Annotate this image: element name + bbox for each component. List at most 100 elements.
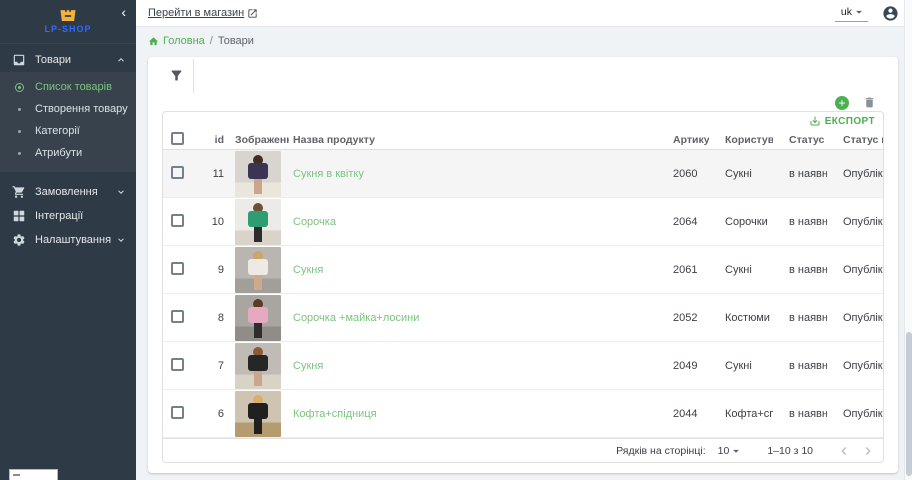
bullet-icon bbox=[12, 146, 26, 160]
sidebar-item-settings[interactable]: Налаштування bbox=[0, 228, 136, 252]
breadcrumb-current: Товари bbox=[218, 35, 254, 47]
chevron-left-icon bbox=[837, 444, 851, 458]
row-checkbox[interactable] bbox=[171, 358, 184, 371]
chevron-up-icon bbox=[116, 55, 126, 65]
breadcrumb: Головна / Товари bbox=[136, 27, 912, 55]
scrollbar[interactable] bbox=[904, 0, 912, 480]
gear-icon bbox=[12, 233, 26, 247]
table-header-row: id Зображення Назва продукту Артикул Кор… bbox=[163, 130, 883, 150]
filter-button[interactable] bbox=[168, 68, 184, 84]
header-name[interactable]: Назва продукту bbox=[289, 134, 657, 146]
photo-garment bbox=[248, 163, 268, 179]
product-link[interactable]: Кофта+спідниця bbox=[293, 408, 377, 420]
product-link[interactable]: Сукня bbox=[293, 360, 323, 372]
delete-button[interactable] bbox=[862, 96, 876, 110]
row-sku: 2060 bbox=[657, 168, 709, 180]
rows-per-page-select[interactable]: 10 bbox=[718, 444, 744, 458]
sidebar-item-product-create[interactable]: Створення товару bbox=[0, 98, 136, 120]
filter-funnel-icon bbox=[169, 68, 184, 83]
sidebar-collapse-button[interactable]: ‹ bbox=[121, 5, 126, 19]
photo-legs bbox=[254, 323, 262, 338]
photo-garment bbox=[248, 307, 268, 323]
row-category: Сукні bbox=[709, 264, 773, 276]
row-category: Сорочки bbox=[709, 216, 773, 228]
sidebar-item-product-list[interactable]: Список товарів bbox=[0, 76, 136, 98]
row-checkbox[interactable] bbox=[171, 406, 184, 419]
row-publish-status: Опубліковано bbox=[827, 264, 883, 276]
row-id: 10 bbox=[197, 216, 229, 228]
header-publish-status[interactable]: Статус пу... bbox=[827, 134, 883, 146]
trash-icon bbox=[863, 96, 876, 109]
header-id[interactable]: id bbox=[197, 134, 229, 146]
bullet-icon bbox=[12, 124, 26, 138]
export-label: ЕКСПОРТ bbox=[825, 116, 875, 127]
previous-page-button[interactable] bbox=[835, 442, 853, 460]
chevron-down-icon bbox=[116, 187, 126, 197]
breadcrumb-separator: / bbox=[210, 35, 213, 47]
breadcrumb-home-link[interactable]: Головна bbox=[148, 35, 205, 47]
product-link[interactable]: Сорочка +майка+лосини bbox=[293, 312, 419, 324]
main-area: Перейти в магазин uk Го bbox=[136, 0, 912, 480]
content: + ЕКСПОРТ bbox=[136, 55, 912, 473]
export-button[interactable]: ЕКСПОРТ bbox=[809, 115, 875, 127]
row-sku: 2064 bbox=[657, 216, 709, 228]
table-row[interactable]: 9 Сукня 2061 Сукні в наявності Опубліков… bbox=[163, 246, 883, 294]
header-sku[interactable]: Артикул bbox=[657, 134, 709, 146]
chevron-right-icon bbox=[861, 444, 875, 458]
sidebar-item-products[interactable]: Товари bbox=[0, 48, 136, 72]
product-link[interactable]: Сукня bbox=[293, 264, 323, 276]
topbar: Перейти в магазин uk bbox=[136, 0, 912, 27]
product-link[interactable]: Сорочка bbox=[293, 216, 336, 228]
scrollbar-thumb[interactable] bbox=[906, 332, 912, 476]
photo-legs bbox=[254, 371, 262, 386]
next-page-button[interactable] bbox=[859, 442, 877, 460]
sidebar-item-categories[interactable]: Категорії bbox=[0, 120, 136, 142]
sidebar-item-label: Інтеграції bbox=[35, 210, 126, 222]
language-value: uk bbox=[841, 6, 852, 18]
cart-icon bbox=[12, 185, 26, 199]
header-stock-status[interactable]: Статус на... bbox=[773, 134, 827, 146]
sidebar-item-label: Категорії bbox=[35, 125, 80, 137]
select-all-checkbox[interactable] bbox=[171, 132, 184, 145]
row-checkbox[interactable] bbox=[171, 166, 184, 179]
row-category: Сукні bbox=[709, 360, 773, 372]
row-id: 8 bbox=[197, 312, 229, 324]
account-button[interactable] bbox=[882, 4, 900, 22]
row-checkbox[interactable] bbox=[171, 214, 184, 227]
table-row[interactable]: 6 Кофта+спідниця 2044 Кофта+спідниц в на… bbox=[163, 390, 883, 438]
product-link[interactable]: Сукня в квітку bbox=[293, 168, 364, 180]
row-category: Костюми bbox=[709, 312, 773, 324]
sidebar-header: LP-SHOP ‹ bbox=[0, 0, 136, 44]
row-publish-status: Опубліковано bbox=[827, 360, 883, 372]
card-toolbar bbox=[148, 57, 898, 95]
go-to-store-link[interactable]: Перейти в магазин bbox=[148, 7, 258, 19]
row-publish-status: Опубліковано bbox=[827, 216, 883, 228]
sidebar-item-orders[interactable]: Замовлення bbox=[0, 180, 136, 204]
row-checkbox[interactable] bbox=[171, 310, 184, 323]
sidebar-item-integrations[interactable]: Інтеграції bbox=[0, 204, 136, 228]
table-row[interactable]: 8 Сорочка +майка+лосини 2052 Костюми в н… bbox=[163, 294, 883, 342]
sidebar-item-attributes[interactable]: Атрибути bbox=[0, 142, 136, 164]
external-link-icon bbox=[247, 8, 258, 19]
pagination-range: 1–10 з 10 bbox=[767, 445, 813, 457]
table-row[interactable]: 7 Сукня 2049 Сукні в наявності Опубліков… bbox=[163, 342, 883, 390]
row-stock-status: в наявності bbox=[773, 168, 827, 180]
table-body: 11 Сукня в квітку 2060 Сукні в наявності… bbox=[163, 150, 883, 438]
row-sku: 2044 bbox=[657, 408, 709, 420]
header-category[interactable]: Користува... bbox=[709, 134, 773, 146]
table-row[interactable]: 11 Сукня в квітку 2060 Сукні в наявності… bbox=[163, 150, 883, 198]
row-id: 9 bbox=[197, 264, 229, 276]
photo-legs bbox=[254, 419, 262, 434]
row-stock-status: в наявності bbox=[773, 216, 827, 228]
row-checkbox[interactable] bbox=[171, 262, 184, 275]
row-sku: 2061 bbox=[657, 264, 709, 276]
row-sku: 2052 bbox=[657, 312, 709, 324]
language-select[interactable]: uk bbox=[835, 4, 868, 22]
product-image bbox=[235, 295, 281, 341]
photo-garment bbox=[248, 403, 268, 419]
bullet-icon bbox=[12, 102, 26, 116]
add-product-button[interactable]: + bbox=[835, 96, 849, 110]
row-id: 6 bbox=[197, 408, 229, 420]
table-row[interactable]: 10 Сорочка 2064 Сорочки в наявності Опуб… bbox=[163, 198, 883, 246]
product-image bbox=[235, 391, 281, 437]
